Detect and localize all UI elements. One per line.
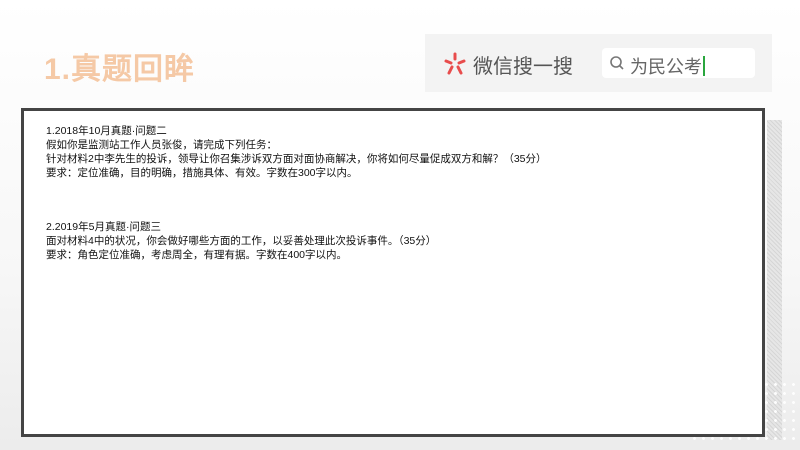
question-title: 1.2018年10月真题·问题二 [46, 125, 167, 137]
page-title: 1.真题回眸 [44, 53, 196, 86]
question-2: 2.2019年5月真题·问题三 面对材料4中的状况，你会做好哪些方面的工作，以妥… [46, 220, 436, 262]
search-icon [610, 56, 624, 70]
question-line: 针对材料2中李先生的投诉，领导让你召集涉诉双方面对面协商解决，你将如何尽量促成双… [46, 153, 547, 165]
search-input[interactable]: 为民公考 [602, 48, 755, 78]
text-caret [703, 56, 705, 76]
question-line: 假如你是监测站工作人员张俊，请完成下列任务： [46, 139, 277, 151]
question-title: 2.2019年5月真题·问题三 [46, 221, 161, 233]
question-line: 要求：角色定位准确，考虑周全，有理有据。字数在400字以内。 [46, 249, 348, 261]
question-line: 要求：定位准确，目的明确，措施具体、有效。字数在300字以内。 [46, 167, 358, 179]
question-card: 1.2018年10月真题·问题二 假如你是监测站工作人员张俊，请完成下列任务： … [21, 108, 765, 437]
question-1: 1.2018年10月真题·问题二 假如你是监测站工作人员张俊，请完成下列任务： … [46, 124, 547, 180]
brand-name: 微信搜一搜 [473, 56, 573, 78]
search-text: 为民公考 [630, 57, 702, 77]
wechat-search-banner: 微信搜一搜 为民公考 [425, 34, 772, 92]
decorative-dots [690, 380, 800, 440]
wechat-search-logo-icon [444, 52, 466, 75]
question-line: 面对材料4中的状况，你会做好哪些方面的工作，以妥善处理此次投诉事件。（35分） [46, 235, 437, 247]
